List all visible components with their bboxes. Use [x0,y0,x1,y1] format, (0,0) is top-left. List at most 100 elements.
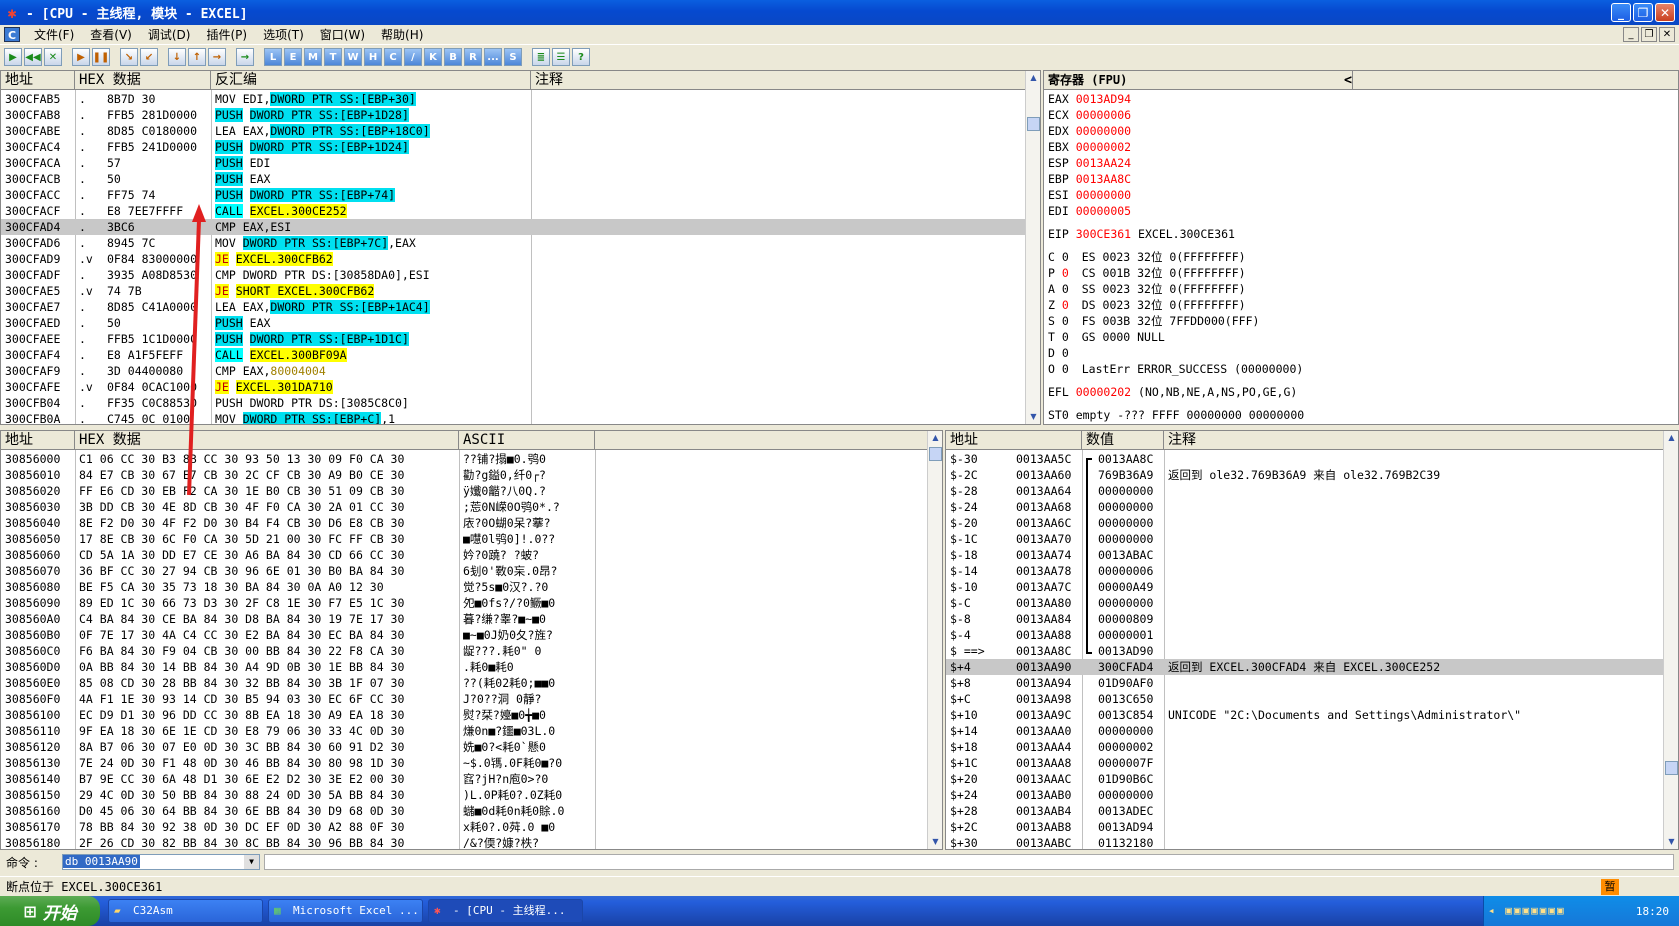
stack-scrollbar[interactable]: ▲ ▼ [1663,431,1678,849]
disassembly-scrollbar[interactable]: ▲ ▼ [1025,71,1040,424]
dump-scrollbar[interactable]: ▲ ▼ [927,431,942,849]
flag-row[interactable]: C 0 ES 0023 32位 0(FFFFFFFF) [1048,250,1246,265]
stack-row[interactable]: $+2C 0013AAB8 0013AD94 [946,819,1663,835]
dump-row[interactable]: 30856030 3B DD CB 30 4E 8D CB 30 4F F0 CA… [1,499,926,515]
dump-row[interactable]: 30856060 CD 5A 1A 30 DD E7 CE 30 A6 BA 84… [1,547,926,563]
stack-row[interactable]: $-4 0013AA88 00000001 [946,627,1663,643]
menu-window[interactable]: 窗口(W) [312,26,373,43]
disasm-row[interactable]: 300CFABE. 8D85 C0180000 LEA EAX,DWORD PTR … [1,123,1026,139]
dump-row[interactable]: 30856000 C1 06 CC 30 B3 8B CC 30 93 50 13… [1,451,926,467]
nav-arrow-icon[interactable]: < [1340,71,1353,90]
disasm-row[interactable]: 300CFAD6. 8945 7C MOV DWORD PTR SS:[EBP+7C… [1,235,1026,251]
tray-icons[interactable]: ◂ ▣▣▣▣▣▣▣ [1488,896,1566,926]
mdi-restore-button[interactable]: ❐ [1641,27,1657,42]
open-button[interactable]: ▶ [4,48,22,66]
dump-row[interactable]: 30856010 84 E7 CB 30 67 E7 CB 30 2C CF CB… [1,467,926,483]
mdi-close-button[interactable]: ✕ [1659,27,1675,42]
menu-options[interactable]: 选项(T) [255,26,312,43]
column-hex[interactable]: HEX 数据 [75,71,211,90]
column-comment[interactable]: 注释 [531,71,1027,90]
flag-row[interactable]: D 0 [1048,346,1075,361]
stack-row[interactable]: $+14 0013AAA0 00000000 [946,723,1663,739]
memory-window-button[interactable]: M [304,48,322,66]
register-row[interactable]: EBP 0013AA8C [1048,172,1131,187]
dump-row[interactable]: 30856070 36 BF CC 30 27 94 CB 30 96 6E 01… [1,563,926,579]
stack-column-comment[interactable]: 注释 [1164,431,1664,450]
disasm-row[interactable]: 300CFAB8. FFB5 281D0000 PUSH DWORD PTR SS:… [1,107,1026,123]
trace-over-button[interactable]: ↑ [188,48,206,66]
taskbar-item-excel[interactable]: ▦ Microsoft Excel ... [268,899,423,923]
dump-row[interactable]: 30856090 89 ED 1C 30 66 73 D3 30 2F C8 1E… [1,595,926,611]
run-button[interactable]: ▶ [72,48,90,66]
dump-row[interactable]: 30856040 8E F2 D0 30 4F F2 D0 30 B4 F4 CB… [1,515,926,531]
handles-window-button[interactable]: H [364,48,382,66]
stack-scroll-thumb[interactable] [1665,761,1678,775]
mdi-minimize-button[interactable]: _ [1623,27,1639,42]
pause-button[interactable]: ❚❚ [92,48,110,66]
dump-row[interactable]: 308560C0 F6 BA 84 30 F9 04 CB 30 00 BB 84… [1,643,926,659]
disasm-row[interactable]: 300CFAD9 .v 0F84 83000000 JE EXCEL.300CFB62 [1,251,1026,267]
dump-column-ascii[interactable]: ASCII [459,431,595,450]
trace-into-button[interactable]: ↓ [168,48,186,66]
dump-row[interactable]: 30856110 9F EA 18 30 6E 1E CD 30 E8 79 06… [1,723,926,739]
stack-row[interactable]: $+10 0013AA9C 0013C854 UNICODE "2C:\Documen… [946,707,1663,723]
stack-scroll-down-icon[interactable]: ▼ [1665,835,1678,849]
stack-row[interactable]: $-18 0013AA74 0013ABAC [946,547,1663,563]
disasm-row[interactable]: 300CFAF4. E8 A1F5FEFF CALL EXCEL.300BF09A [1,347,1026,363]
dump-scroll-up-icon[interactable]: ▲ [929,431,942,445]
source-window-button[interactable]: S [504,48,522,66]
minimize-button[interactable]: _ [1611,3,1631,22]
dump-row[interactable]: 30856140 B7 9E CC 30 6A 48 D1 30 6E E2 D2… [1,771,926,787]
dump-row[interactable]: 30856150 29 4C 0D 30 50 BB 84 30 88 24 0D… [1,787,926,803]
dump-row[interactable]: 308560F0 4A F1 1E 30 93 14 CD 30 B5 94 03… [1,691,926,707]
menu-file[interactable]: 文件(F) [26,26,82,43]
stack-row[interactable]: $-8 0013AA84 00000809 [946,611,1663,627]
disasm-row[interactable]: 300CFACA. 57 PUSH EDI [1,155,1026,171]
register-row[interactable]: EDI 00000005 [1048,204,1131,219]
flag-row[interactable]: A 0 SS 0023 32位 0(FFFFFFFF) [1048,282,1246,297]
stack-row[interactable]: $+20 0013AAAC 01D90B6C [946,771,1663,787]
stack-row[interactable]: $-10 0013AA7C 00000A49 [946,579,1663,595]
dump-row[interactable]: 30856160 D0 45 06 30 64 BB 84 30 6E BB 84… [1,803,926,819]
dump-column-hex[interactable]: HEX 数据 [75,431,459,450]
cpu-window-icon[interactable]: C [4,27,20,42]
dump-row[interactable]: 30856170 78 BB 84 30 92 38 0D 30 DC EF 0D… [1,819,926,835]
call-stack-window-button[interactable]: K [424,48,442,66]
flag-row[interactable]: Z 0 DS 0023 32位 0(FFFFFFFF) [1048,298,1246,313]
list-view-button[interactable]: ≣ [532,48,550,66]
dump-row[interactable]: 30856020 FF E6 CD 30 EB F2 CA 30 1E B0 CB… [1,483,926,499]
start-button[interactable]: ⊞ 开始 [0,896,100,926]
disasm-row[interactable]: 300CFACC. FF75 74 PUSH DWORD PTR SS:[EBP+7… [1,187,1026,203]
register-row[interactable]: ESI 00000000 [1048,188,1131,203]
disasm-row[interactable]: 300CFACB. 50 PUSH EAX [1,171,1026,187]
disasm-row[interactable]: 300CFAEE. FFB5 1C1D0000 PUSH DWORD PTR SS:… [1,331,1026,347]
stack-scroll-up-icon[interactable]: ▲ [1665,431,1678,445]
execute-till-return-button[interactable]: → [208,48,226,66]
windows-window-button[interactable]: W [344,48,362,66]
stack-column-value[interactable]: 数值 [1082,431,1164,450]
dump-row[interactable]: 30856100 EC D9 D1 30 96 DD CC 30 8B EA 18… [1,707,926,723]
memory-dump-pane[interactable]: 地址 HEX 数据 ASCII 30856000 C1 06 CC 30 B3 8… [0,430,943,850]
stack-row[interactable]: $-20 0013AA6C 00000000 [946,515,1663,531]
disasm-row[interactable]: 300CFAE7. 8D85 C41A0000 LEA EAX,DWORD PTR … [1,299,1026,315]
disasm-row[interactable]: 300CFAD4. 3BC6 CMP EAX,ESI [1,219,1026,235]
stack-row[interactable]: $+C 0013AA98 0013C650 [946,691,1663,707]
stack-row[interactable]: $-28 0013AA64 00000000 [946,483,1663,499]
registers-title[interactable]: 寄存器 (FPU) [1044,71,1244,90]
dump-row[interactable]: 30856130 7E 24 0D 30 F1 48 0D 30 46 BB 84… [1,755,926,771]
disassembly-pane[interactable]: 地址 HEX 数据 反汇编 注释 300CFAB5. 8B7D 30 MOV EDI… [0,70,1041,425]
close-button[interactable]: ✕ [1655,3,1675,22]
stack-row[interactable]: $ ==> 0013AA8C 0013AD90 [946,643,1663,659]
log-window-button[interactable]: L [264,48,282,66]
dump-row[interactable]: 308560D0 0A BB 84 30 14 BB 84 30 A4 9D 0B… [1,659,926,675]
stack-row[interactable]: $-14 0013AA78 00000006 [946,563,1663,579]
dump-row[interactable]: 30856080 BE F5 CA 30 35 73 18 30 BA 84 30… [1,579,926,595]
register-row[interactable]: EDX 00000000 [1048,124,1131,139]
patches-window-button[interactable]: / [404,48,422,66]
register-row[interactable]: EBX 00000002 [1048,140,1131,155]
stack-row[interactable]: $-2C 0013AA60 769B36A9 返回到 ole32.769B36A9 来… [946,467,1663,483]
dump-row[interactable]: 308560B0 0F 7E 17 30 4A C4 CC 30 E2 BA 84… [1,627,926,643]
close-debuggee-button[interactable]: ✕ [44,48,62,66]
references-window-button[interactable]: R [464,48,482,66]
stack-row[interactable]: $-30 0013AA5C 0013AA8C [946,451,1663,467]
